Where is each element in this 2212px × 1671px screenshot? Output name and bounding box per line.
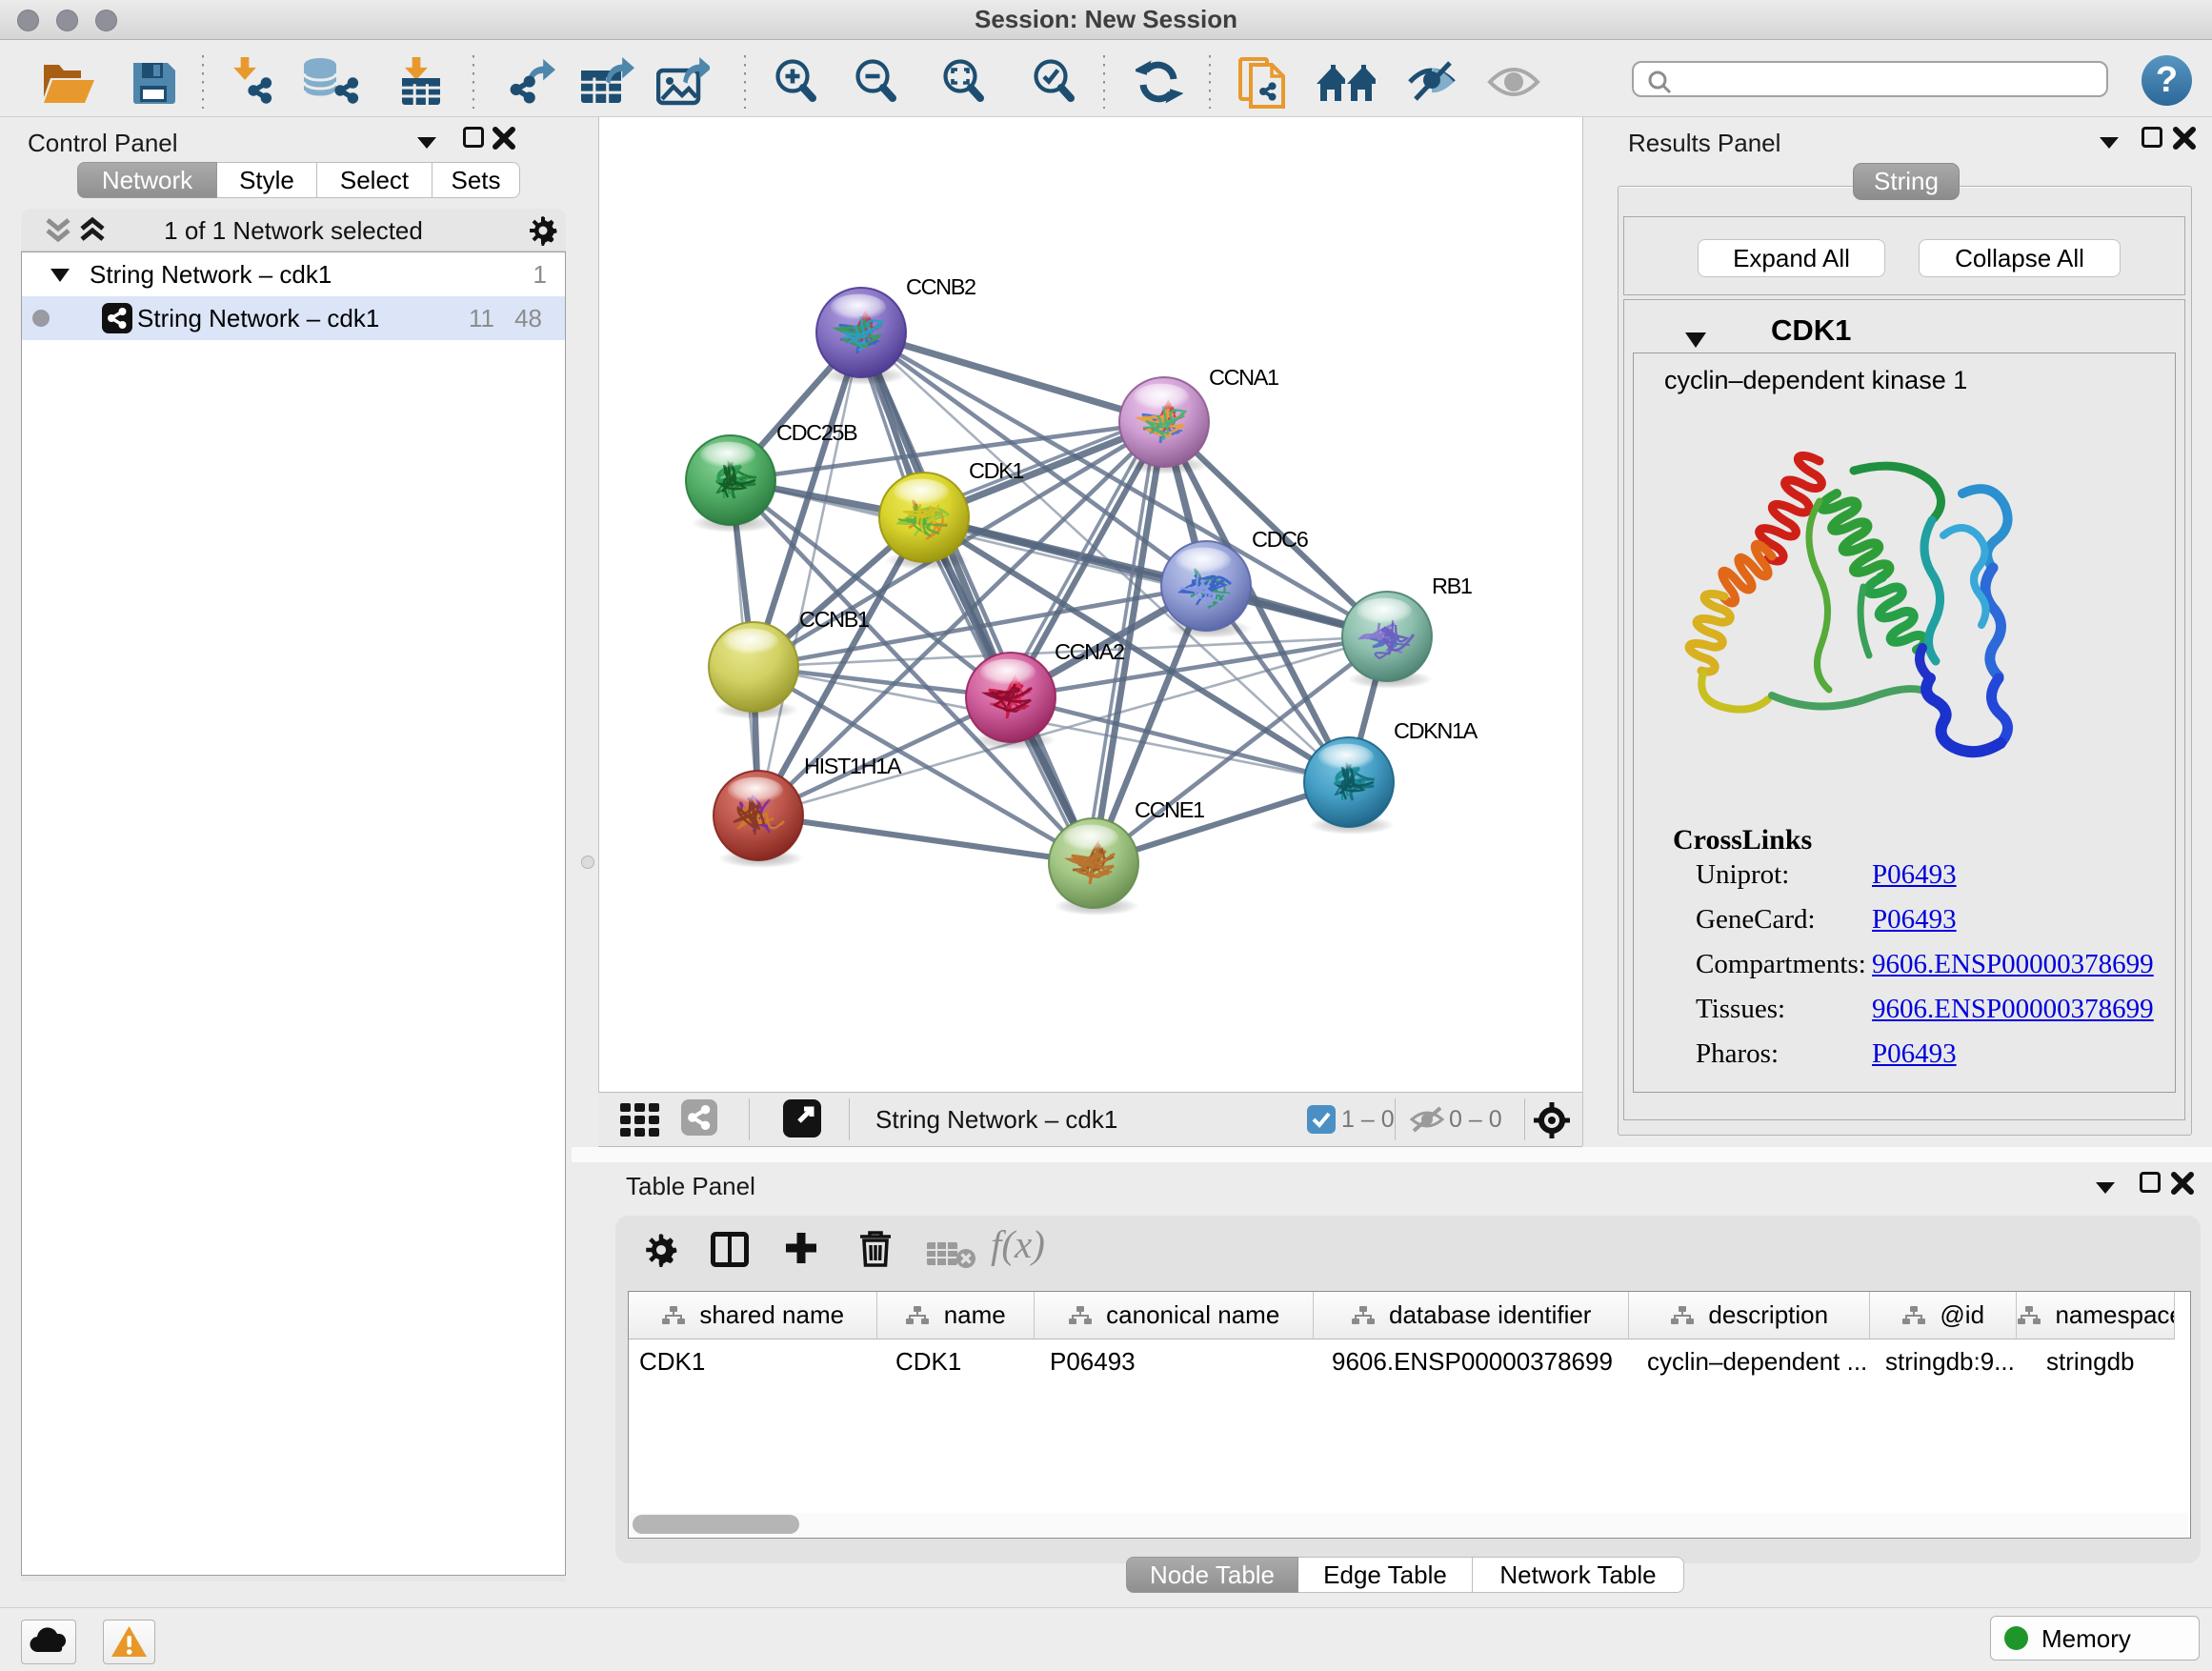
- svg-text:RB1: RB1: [1432, 574, 1472, 598]
- svg-text:CDKN1A: CDKN1A: [1394, 718, 1478, 743]
- svg-text:CCNB2: CCNB2: [906, 274, 975, 299]
- svg-text:HIST1H1A: HIST1H1A: [804, 754, 902, 778]
- svg-text:CCNE1: CCNE1: [1135, 797, 1204, 822]
- svg-text:CDK1: CDK1: [969, 458, 1023, 483]
- svg-text:CCNB1: CCNB1: [799, 607, 869, 632]
- svg-text:CDC25B: CDC25B: [776, 420, 857, 445]
- svg-text:CCNA2: CCNA2: [1055, 639, 1124, 664]
- svg-text:CCNA1: CCNA1: [1209, 365, 1278, 390]
- svg-text:CDC6: CDC6: [1252, 527, 1309, 552]
